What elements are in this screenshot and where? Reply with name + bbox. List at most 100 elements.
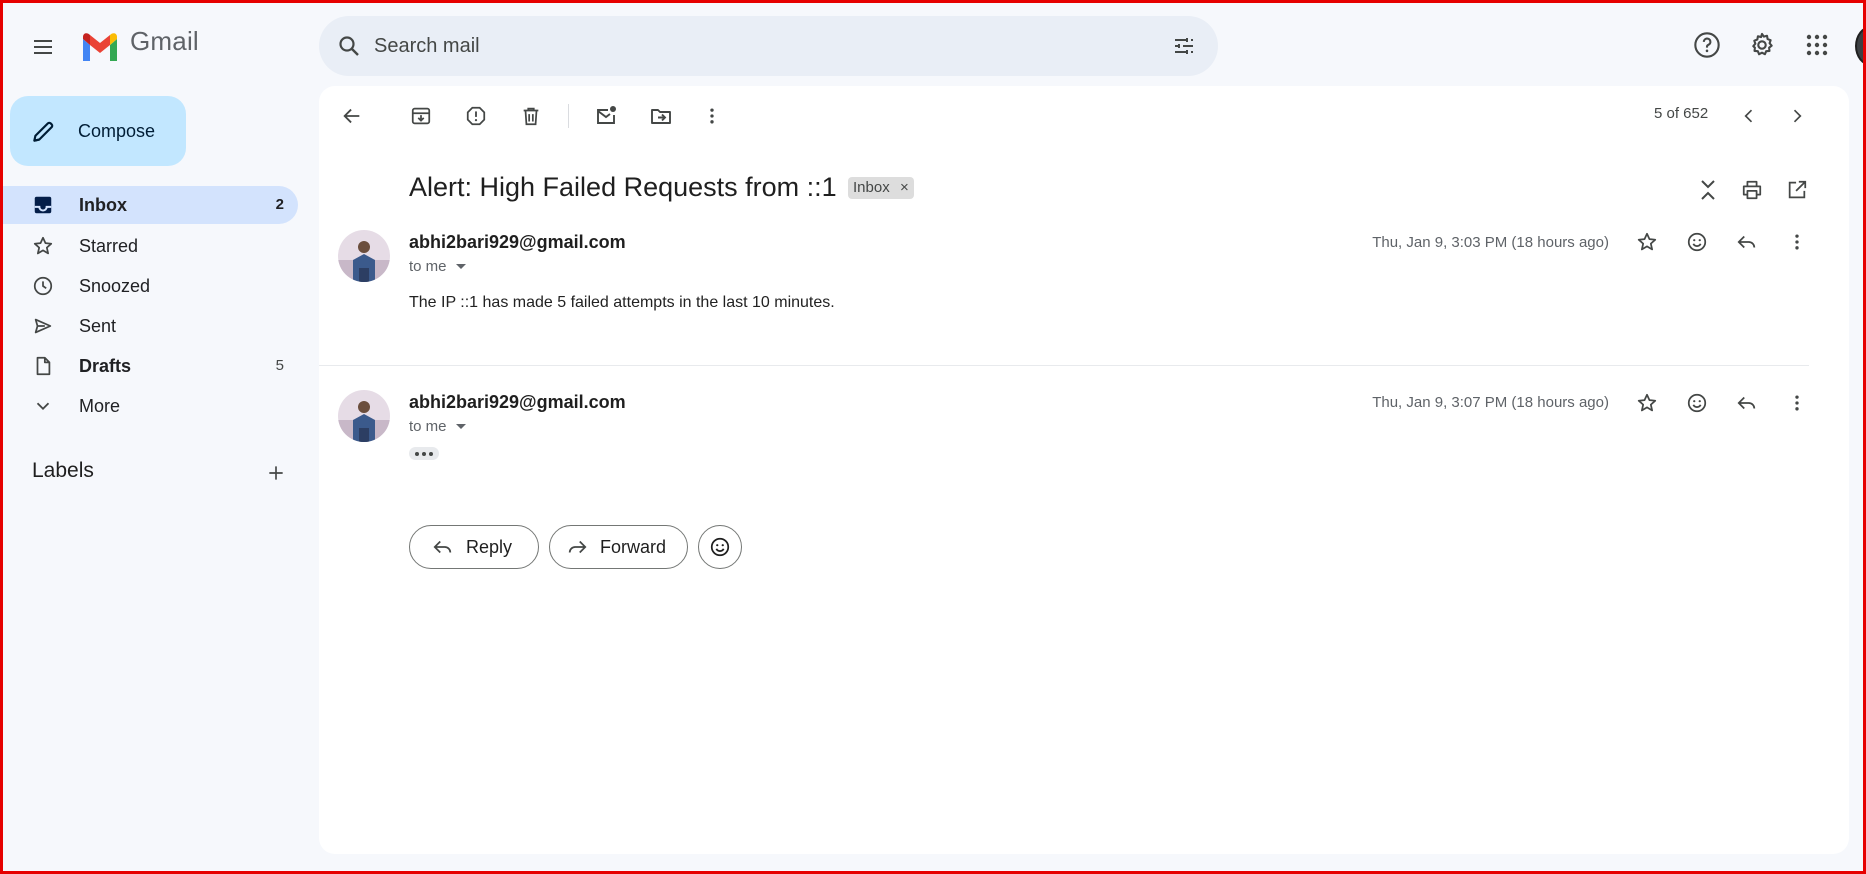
sidebar-item-inbox[interactable]: Inbox 2 bbox=[0, 186, 298, 224]
forward-label: Forward bbox=[600, 537, 667, 557]
trash-icon bbox=[523, 107, 539, 126]
clock-icon bbox=[32, 275, 54, 297]
star-button[interactable] bbox=[1632, 388, 1662, 418]
move-to-button[interactable] bbox=[645, 98, 677, 134]
sidebar-item-label: Snoozed bbox=[79, 276, 151, 296]
gear-icon bbox=[1752, 32, 1773, 56]
send-icon bbox=[32, 315, 54, 337]
arrow-left-icon bbox=[343, 108, 360, 124]
newer-button[interactable] bbox=[1733, 98, 1765, 134]
gmail-logo[interactable] bbox=[80, 30, 120, 62]
apps-button[interactable] bbox=[1797, 25, 1837, 65]
caret-down-icon bbox=[455, 264, 466, 269]
star-button[interactable] bbox=[1632, 227, 1662, 257]
star-icon bbox=[32, 235, 54, 257]
search-options-icon[interactable] bbox=[1172, 34, 1196, 58]
star-icon bbox=[1637, 232, 1657, 251]
collapse-icon bbox=[1701, 180, 1715, 200]
sender-avatar[interactable] bbox=[338, 390, 390, 442]
sidebar-item-label: Inbox bbox=[79, 195, 127, 215]
draft-icon bbox=[32, 355, 54, 377]
emoji-icon bbox=[1687, 393, 1707, 413]
gmail-logo-icon bbox=[83, 33, 117, 61]
help-button[interactable] bbox=[1687, 25, 1727, 65]
menu-icon bbox=[34, 40, 52, 54]
print-icon bbox=[1742, 180, 1762, 200]
sidebar-item-label: Drafts bbox=[79, 356, 132, 376]
caret-down-icon bbox=[455, 424, 466, 429]
draft-count: 5 bbox=[275, 357, 284, 374]
back-button[interactable] bbox=[336, 98, 368, 134]
reply-icon bbox=[432, 536, 454, 558]
reply-label: Reply bbox=[466, 537, 513, 557]
archive-icon bbox=[411, 107, 431, 125]
settings-button[interactable] bbox=[1742, 25, 1782, 65]
forward-icon bbox=[566, 536, 588, 558]
add-reaction-button[interactable] bbox=[1682, 388, 1712, 418]
inbox-label-chip: Inbox × bbox=[848, 177, 914, 199]
recipient-label: to me bbox=[409, 258, 447, 275]
reply-button[interactable] bbox=[1732, 227, 1762, 257]
account-avatar[interactable] bbox=[1855, 26, 1866, 66]
reply-icon bbox=[1737, 396, 1756, 410]
compose-label: Compose bbox=[78, 121, 156, 141]
remove-label-button[interactable]: × bbox=[900, 177, 909, 199]
pencil-icon bbox=[30, 119, 56, 145]
emoji-icon bbox=[1687, 232, 1707, 252]
message-more-button[interactable] bbox=[1782, 227, 1812, 257]
report-spam-button[interactable] bbox=[460, 98, 492, 134]
plus-icon bbox=[269, 466, 283, 480]
folder-move-icon bbox=[651, 109, 671, 124]
collapse-all-button[interactable] bbox=[1694, 172, 1722, 208]
star-icon bbox=[1637, 393, 1657, 412]
more-vert-icon bbox=[710, 108, 714, 124]
show-trimmed-content-button[interactable] bbox=[409, 447, 439, 460]
emoji-icon bbox=[709, 536, 731, 558]
print-button[interactable] bbox=[1736, 172, 1768, 208]
message-more-button[interactable] bbox=[1782, 388, 1812, 418]
open-new-window-button[interactable] bbox=[1781, 172, 1813, 208]
message-body: The IP ::1 has made 5 failed attempts in… bbox=[409, 294, 835, 311]
archive-button[interactable] bbox=[405, 98, 437, 134]
sidebar-item-more[interactable]: More bbox=[0, 387, 298, 425]
compose-button[interactable]: Compose bbox=[10, 96, 186, 166]
add-reaction-button[interactable] bbox=[1682, 227, 1712, 257]
sidebar-item-drafts[interactable]: Drafts 5 bbox=[0, 347, 298, 385]
search-bar[interactable]: Search mail bbox=[319, 16, 1218, 76]
sender-name[interactable]: abhi2bari929@gmail.com bbox=[409, 232, 626, 253]
toolbar-divider bbox=[568, 104, 569, 128]
create-label-button[interactable] bbox=[263, 460, 289, 486]
sidebar-item-sent[interactable]: Sent bbox=[0, 307, 298, 345]
sender-avatar[interactable] bbox=[338, 230, 390, 282]
sidebar-item-snoozed[interactable]: Snoozed bbox=[0, 267, 298, 305]
search-input[interactable]: Search mail bbox=[374, 16, 480, 76]
sender-name[interactable]: abhi2bari929@gmail.com bbox=[409, 392, 626, 413]
message-date: Thu, Jan 9, 3:03 PM (18 hours ago) bbox=[1372, 234, 1609, 251]
mark-unread-button[interactable] bbox=[590, 98, 622, 134]
more-vert-icon bbox=[1795, 395, 1799, 411]
older-button[interactable] bbox=[1781, 98, 1813, 134]
sidebar-item-label: Starred bbox=[79, 236, 139, 256]
mark-unread-icon bbox=[597, 106, 616, 124]
message-date: Thu, Jan 9, 3:07 PM (18 hours ago) bbox=[1372, 394, 1609, 411]
sidebar-item-starred[interactable]: Starred bbox=[0, 227, 298, 265]
reply-icon bbox=[1737, 235, 1756, 249]
main-menu-button[interactable] bbox=[22, 26, 64, 68]
reply-button[interactable] bbox=[1732, 388, 1762, 418]
forward-pill-button[interactable]: Forward bbox=[549, 525, 688, 569]
more-vert-icon bbox=[1795, 234, 1799, 250]
recipient-details[interactable]: to me bbox=[409, 258, 466, 275]
inbox-icon bbox=[32, 194, 54, 216]
sidebar-item-label: Sent bbox=[79, 316, 117, 336]
search-icon[interactable] bbox=[337, 34, 361, 58]
apps-grid-icon bbox=[1806, 34, 1828, 56]
emoji-reaction-button[interactable] bbox=[698, 525, 742, 569]
more-actions-button[interactable] bbox=[700, 98, 724, 134]
spam-icon bbox=[466, 106, 486, 126]
message-counter: 5 of 652 bbox=[1654, 105, 1709, 122]
chevron-down-icon bbox=[32, 395, 54, 417]
delete-button[interactable] bbox=[515, 98, 547, 134]
recipient-details[interactable]: to me bbox=[409, 418, 466, 435]
reply-pill-button[interactable]: Reply bbox=[409, 525, 539, 569]
thread-subject: Alert: High Failed Requests from ::1 bbox=[409, 172, 837, 202]
